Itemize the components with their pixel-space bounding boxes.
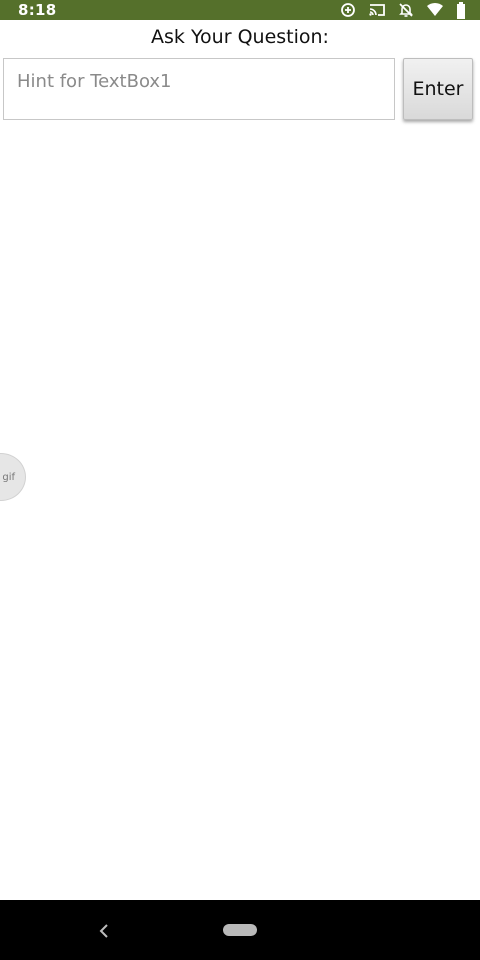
question-textbox[interactable] xyxy=(3,58,395,120)
gif-badge-label: gif xyxy=(2,471,15,483)
notifications-off-icon xyxy=(399,3,413,17)
navigation-bar xyxy=(0,900,480,960)
status-bar: 8:18 xyxy=(0,0,480,20)
home-icon[interactable] xyxy=(223,924,257,936)
data-saver-icon xyxy=(341,3,355,17)
cast-icon xyxy=(369,4,385,16)
status-time: 8:18 xyxy=(18,1,57,19)
question-input[interactable] xyxy=(17,71,381,92)
enter-button[interactable]: Enter xyxy=(403,58,473,120)
battery-icon xyxy=(457,1,465,19)
question-label: Ask Your Question: xyxy=(151,26,329,48)
back-icon[interactable] xyxy=(96,922,112,940)
wifi-icon xyxy=(427,2,443,17)
status-icons xyxy=(340,0,466,20)
gif-badge[interactable]: gif xyxy=(0,453,26,501)
